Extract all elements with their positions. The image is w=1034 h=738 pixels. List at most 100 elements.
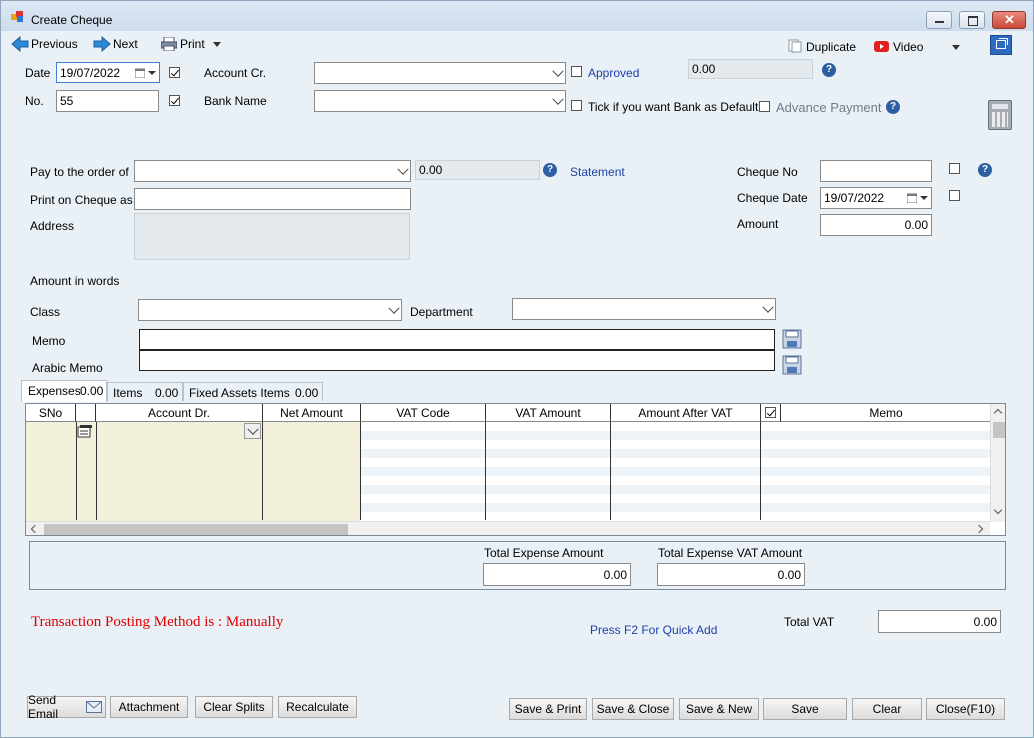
- col-divider: [760, 422, 761, 520]
- help-icon[interactable]: ?: [543, 163, 557, 177]
- save-print-button[interactable]: Save & Print: [509, 698, 587, 720]
- dropdown-caret-icon: [148, 71, 156, 75]
- window-title: Create Cheque: [31, 13, 113, 27]
- previous-label: Previous: [31, 37, 78, 51]
- total-vat-amount-label: Total Expense VAT Amount: [658, 546, 803, 560]
- account-cr-select[interactable]: [314, 62, 566, 84]
- vertical-scrollbar[interactable]: [990, 404, 1005, 522]
- col-sno[interactable]: SNo: [26, 404, 76, 422]
- col-vat-amount[interactable]: VAT Amount: [486, 404, 611, 422]
- title-bar: Create Cheque ✕: [1, 1, 1033, 31]
- date-picker[interactable]: 19/07/2022: [56, 62, 160, 83]
- date-checkbox[interactable]: [169, 67, 180, 78]
- arrow-right-icon: [93, 36, 111, 52]
- help-icon[interactable]: ?: [978, 163, 992, 177]
- save-memo-icon[interactable]: [782, 329, 802, 349]
- cheque-no-label: Cheque No: [737, 165, 798, 179]
- col-divider: [262, 422, 263, 520]
- total-vat-field: 0.00: [878, 610, 1001, 633]
- tab-expenses[interactable]: Expenses 0.00: [21, 380, 107, 402]
- col-divider: [610, 422, 611, 520]
- amount-input[interactable]: 0.00: [820, 214, 932, 236]
- duplicate-icon: [788, 39, 802, 53]
- arrow-left-icon: [11, 36, 29, 52]
- col-account-dr[interactable]: Account Dr.: [96, 404, 263, 422]
- save-button[interactable]: Save: [763, 698, 847, 720]
- scroll-right-icon[interactable]: [974, 524, 984, 534]
- tab-items-value: 0.00: [155, 386, 179, 400]
- row-edit-icon[interactable]: [77, 424, 93, 438]
- cheque-date-picker[interactable]: 19/07/2022: [820, 187, 932, 209]
- cheque-number-input[interactable]: 55: [56, 90, 159, 112]
- advance-payment-checkbox[interactable]: [759, 101, 770, 112]
- col-net-amount[interactable]: Net Amount: [263, 404, 361, 422]
- calculator-icon[interactable]: [988, 100, 1012, 130]
- tab-fixed-assets-value: 0.00: [295, 386, 319, 400]
- scroll-left-icon[interactable]: [30, 524, 40, 534]
- arabic-memo-input[interactable]: [139, 350, 775, 371]
- no-checkbox[interactable]: [169, 95, 180, 106]
- video-icon: [874, 41, 889, 52]
- send-email-button[interactable]: Send Email: [27, 693, 106, 721]
- scrollbar-thumb[interactable]: [44, 524, 348, 535]
- memo-label: Memo: [32, 334, 66, 348]
- class-select[interactable]: [138, 299, 402, 321]
- recalculate-button[interactable]: Recalculate: [278, 696, 357, 718]
- total-vat-amount-value: 0.00: [777, 567, 801, 582]
- account-dr-dropdown-button[interactable]: [244, 423, 261, 439]
- col-select-all[interactable]: [761, 404, 781, 422]
- cheque-no-input[interactable]: [820, 160, 932, 182]
- save-close-button[interactable]: Save & Close: [592, 698, 674, 720]
- bank-name-label: Bank Name: [204, 94, 267, 108]
- date-value: 19/07/2022: [60, 65, 121, 80]
- tab-items[interactable]: Items 0.00: [107, 382, 183, 401]
- maximize-button[interactable]: [959, 11, 985, 29]
- scrollbar-thumb[interactable]: [993, 422, 1005, 438]
- department-select[interactable]: [512, 298, 776, 320]
- print-on-cheque-input[interactable]: [134, 188, 411, 210]
- save-arabic-memo-icon[interactable]: [782, 355, 802, 375]
- col-vat-code[interactable]: VAT Code: [361, 404, 486, 422]
- duplicate-label: Duplicate: [806, 40, 857, 54]
- col-memo[interactable]: Memo: [781, 404, 991, 422]
- print-button[interactable]: Print: [161, 35, 225, 53]
- pay-to-select[interactable]: [134, 160, 411, 182]
- select-all-checkbox[interactable]: [765, 407, 776, 418]
- cheque-no-checkbox[interactable]: [949, 163, 960, 174]
- attachment-button[interactable]: Attachment: [110, 696, 188, 718]
- bank-default-checkbox[interactable]: [571, 100, 582, 111]
- address-textarea[interactable]: [134, 213, 410, 260]
- scroll-down-icon[interactable]: [993, 505, 1003, 515]
- create-cheque-window: Create Cheque ✕ Previous Next Print Dupl…: [0, 0, 1034, 738]
- close-icon: ✕: [1004, 12, 1015, 27]
- amount-in-words-label: Amount in words: [30, 274, 120, 288]
- col-row-select[interactable]: [76, 404, 96, 422]
- tab-fixed-assets[interactable]: Fixed Assets Items 0.00: [183, 382, 323, 401]
- close-window-button[interactable]: ✕: [992, 11, 1026, 29]
- class-label: Class: [30, 305, 61, 319]
- scroll-up-icon[interactable]: [993, 408, 1003, 418]
- clear-button[interactable]: Clear: [852, 698, 922, 720]
- save-new-button[interactable]: Save & New: [679, 698, 759, 720]
- dropdown-caret-icon: [952, 45, 960, 50]
- video-label: Video: [893, 40, 924, 54]
- total-vat-label: Total VAT: [784, 615, 835, 629]
- restore-layout-button[interactable]: [990, 35, 1012, 55]
- statement-link[interactable]: Statement: [570, 165, 625, 179]
- no-label: No.: [25, 94, 44, 108]
- duplicate-button[interactable]: Duplicate: [788, 38, 866, 56]
- cheque-date-checkbox[interactable]: [949, 190, 960, 201]
- col-amount-after-vat[interactable]: Amount After VAT: [611, 404, 761, 422]
- video-button[interactable]: Video: [874, 38, 964, 56]
- close-button[interactable]: Close(F10): [926, 698, 1005, 720]
- maximize-icon: [968, 16, 978, 26]
- help-icon[interactable]: ?: [822, 63, 836, 77]
- help-icon[interactable]: ?: [886, 100, 900, 114]
- approved-checkbox[interactable]: [571, 66, 582, 77]
- minimize-button[interactable]: [926, 11, 952, 29]
- horizontal-scrollbar[interactable]: [26, 521, 990, 535]
- memo-input[interactable]: [139, 329, 775, 350]
- clear-splits-button[interactable]: Clear Splits: [195, 696, 273, 718]
- col-divider: [360, 422, 361, 520]
- bank-name-select[interactable]: [314, 90, 566, 112]
